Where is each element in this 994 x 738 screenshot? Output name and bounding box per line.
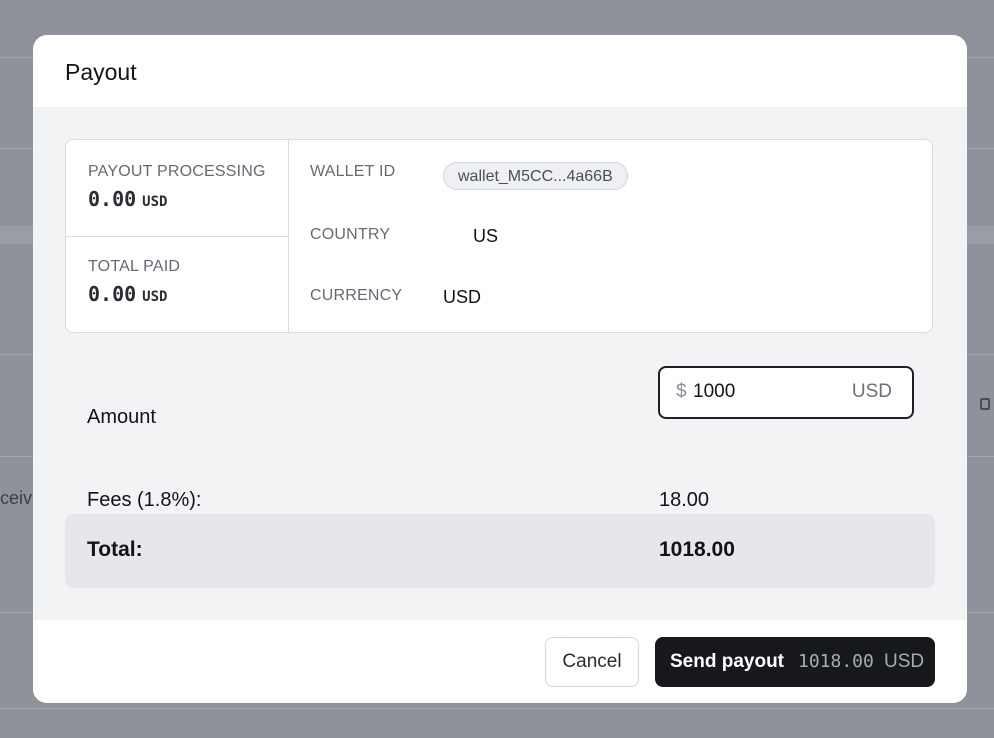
modal-title: Payout xyxy=(65,59,137,85)
modal-header: Payout xyxy=(33,35,967,107)
total-paid-stat: TOTAL PAID 0.00 USD xyxy=(66,237,288,333)
payout-processing-unit: USD xyxy=(142,194,168,210)
currency-label: CURRENCY xyxy=(310,287,403,304)
payout-processing-value: 0.00 USD xyxy=(88,187,167,211)
send-payout-label: Send payout xyxy=(670,651,785,672)
modal-body: PAYOUT PROCESSING 0.00 USD TOTAL PAID 0.0… xyxy=(33,107,967,620)
amount-input[interactable]: $ 1000 USD xyxy=(658,366,914,419)
total-paid-unit: USD xyxy=(142,289,168,305)
total-paid-value: 0.00 USD xyxy=(88,282,167,306)
wallet-id-label: WALLET ID xyxy=(310,163,396,180)
amount-input-value[interactable]: 1000 xyxy=(693,381,735,403)
total-paid-label: TOTAL PAID xyxy=(88,258,181,275)
payout-processing-stat: PAYOUT PROCESSING 0.00 USD xyxy=(66,140,288,237)
send-payout-button[interactable]: Send payout 1018.00 USD xyxy=(655,637,935,687)
country-value: US xyxy=(473,226,499,246)
background-comment-icon xyxy=(980,398,990,410)
fees-label: Fees (1.8%): xyxy=(87,489,202,511)
payout-processing-amount: 0.00 xyxy=(88,187,137,211)
payout-info-card: PAYOUT PROCESSING 0.00 USD TOTAL PAID 0.0… xyxy=(65,139,933,333)
wallet-id-chip[interactable]: wallet_M5CC...4a66B xyxy=(443,162,628,190)
send-payout-amount: 1018.00 xyxy=(798,651,874,672)
currency-value: USD xyxy=(443,287,482,307)
dollar-sign-prefix: $ xyxy=(676,381,687,402)
background-divider xyxy=(0,708,994,709)
cancel-button[interactable]: Cancel xyxy=(545,637,639,687)
total-label: Total: xyxy=(87,538,143,561)
payout-processing-label: PAYOUT PROCESSING xyxy=(88,163,266,180)
country-label: COUNTRY xyxy=(310,226,391,243)
modal-footer: Cancel Send payout 1018.00 USD xyxy=(33,620,967,703)
total-paid-amount: 0.00 xyxy=(88,282,137,306)
background-partial-text: ceiv xyxy=(0,488,33,508)
total-row: Total: 1018.00 xyxy=(65,514,935,588)
payout-stats: PAYOUT PROCESSING 0.00 USD TOTAL PAID 0.0… xyxy=(66,140,289,332)
payout-modal: Payout PAYOUT PROCESSING 0.00 USD TOTAL P… xyxy=(33,35,967,703)
send-payout-unit: USD xyxy=(884,651,925,672)
fees-value: 18.00 xyxy=(659,489,710,511)
amount-label: Amount xyxy=(87,406,156,428)
total-value: 1018.00 xyxy=(659,538,735,561)
amount-currency-suffix: USD xyxy=(851,381,892,402)
